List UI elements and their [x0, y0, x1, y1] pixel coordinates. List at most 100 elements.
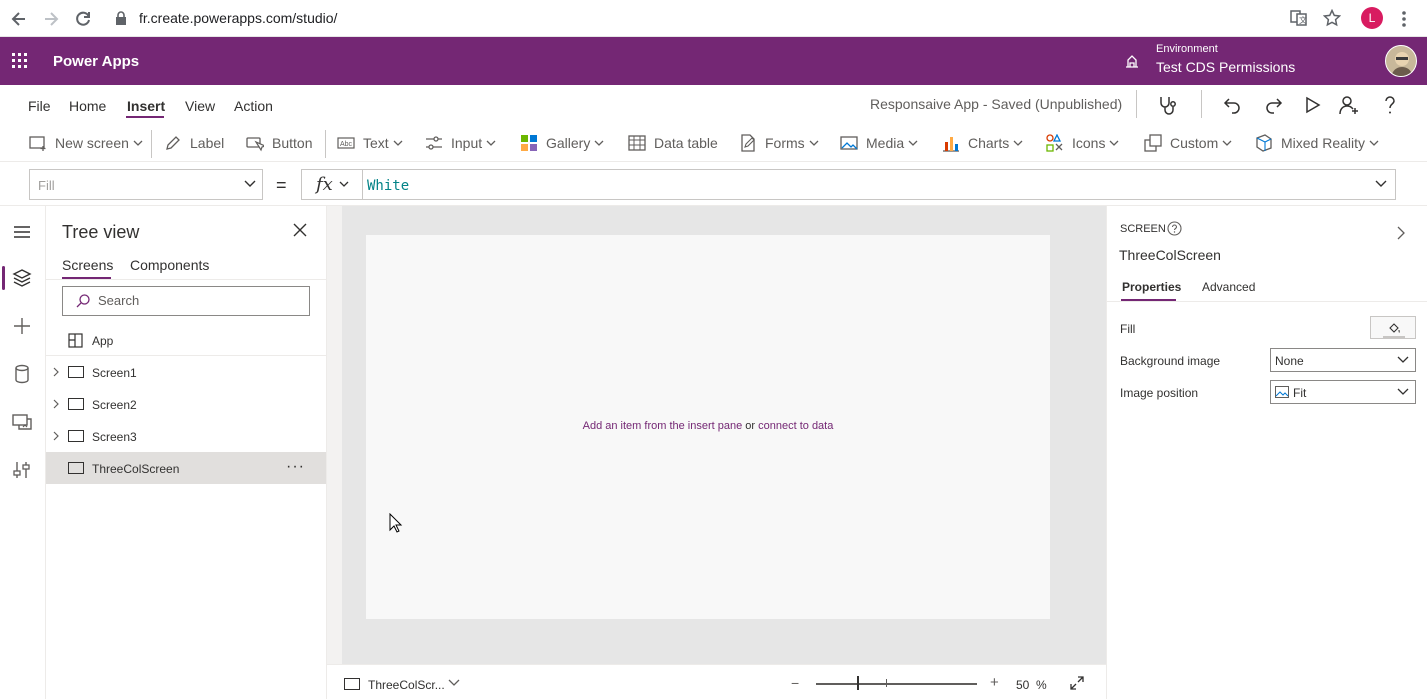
- screen-canvas[interactable]: Add an item from the insert pane or conn…: [366, 235, 1050, 619]
- zoom-in-button[interactable]: +: [990, 674, 999, 691]
- custom-button[interactable]: Custom: [1144, 134, 1232, 152]
- app-header: Power Apps Environment Test CDS Permissi…: [0, 37, 1427, 85]
- profile-avatar[interactable]: L: [1361, 7, 1383, 29]
- plus-icon[interactable]: [11, 315, 33, 337]
- search-input[interactable]: [98, 293, 298, 308]
- browser-menu-icon[interactable]: [1398, 9, 1418, 29]
- mixed-reality-button[interactable]: Mixed Reality: [1255, 134, 1379, 152]
- tree-screen-row[interactable]: Screen3: [46, 420, 326, 452]
- rail-active-indicator: [2, 266, 5, 290]
- gallery-button[interactable]: Gallery: [520, 134, 604, 152]
- screen-icon: [68, 462, 84, 474]
- media-button[interactable]: Media: [840, 134, 918, 152]
- gallery-label: Gallery: [546, 135, 591, 151]
- tab-properties[interactable]: Properties: [1122, 280, 1181, 294]
- chevron-right-icon[interactable]: [1397, 226, 1405, 240]
- menu-insert[interactable]: Insert: [127, 98, 165, 114]
- chevron-down-icon[interactable]: [448, 679, 460, 687]
- new-screen-button[interactable]: New screen: [29, 134, 143, 152]
- tree-screen-row[interactable]: Screen2: [46, 388, 326, 420]
- more-options-button[interactable]: ···: [286, 458, 305, 476]
- mouse-cursor-icon: [389, 513, 403, 533]
- zoom-out-button[interactable]: −: [791, 675, 799, 691]
- chevron-right-icon[interactable]: [53, 367, 59, 377]
- app-checker-icon[interactable]: [1157, 94, 1179, 116]
- help-circle-icon[interactable]: [1167, 221, 1182, 236]
- text-button[interactable]: Abc Text: [337, 134, 403, 152]
- button-button[interactable]: Button: [246, 134, 312, 152]
- menu-view[interactable]: View: [185, 98, 215, 114]
- environment-label: Environment: [1156, 43, 1218, 55]
- app-launcher-icon[interactable]: [12, 53, 28, 69]
- icons-button[interactable]: Icons: [1046, 134, 1119, 152]
- chevron-right-icon[interactable]: [53, 431, 59, 441]
- undo-icon[interactable]: [1222, 94, 1244, 116]
- zoom-slider-thumb[interactable]: [857, 676, 859, 690]
- canvas-gutter: [327, 206, 342, 664]
- menu-file[interactable]: File: [28, 98, 51, 114]
- reload-icon[interactable]: [73, 9, 93, 29]
- panel-title: Tree view: [62, 222, 140, 242]
- chevron-right-icon[interactable]: [53, 399, 59, 409]
- database-icon[interactable]: [11, 363, 33, 385]
- fx-button[interactable]: fx: [316, 174, 333, 195]
- formula-input[interactable]: fx White: [301, 169, 1396, 200]
- insert-ribbon: New screen Label Button Abc Text Input G…: [0, 124, 1427, 162]
- zoom-slider[interactable]: [816, 683, 977, 685]
- help-icon[interactable]: [1379, 94, 1401, 116]
- insert-pane-link[interactable]: Add an item from the insert pane: [583, 420, 743, 432]
- charts-button[interactable]: Charts: [942, 134, 1023, 152]
- back-arrow-icon[interactable]: [9, 9, 29, 29]
- property-selector[interactable]: Fill: [29, 169, 263, 200]
- expand-formula-icon[interactable]: [1375, 180, 1387, 188]
- app-name[interactable]: Power Apps: [53, 53, 139, 70]
- menu-home[interactable]: Home: [69, 98, 106, 114]
- close-icon[interactable]: [293, 223, 307, 237]
- chevron-down-icon: [1013, 140, 1023, 146]
- control-name[interactable]: ThreeColScreen: [1119, 247, 1221, 263]
- star-icon[interactable]: [1323, 9, 1343, 29]
- forms-button[interactable]: Forms: [739, 134, 819, 152]
- address-bar-url[interactable]: fr.create.powerapps.com/studio/: [139, 10, 337, 26]
- tab-screens[interactable]: Screens: [62, 257, 113, 273]
- forms-icon: [741, 134, 755, 152]
- current-screen-selector[interactable]: ThreeColScr...: [368, 678, 445, 692]
- hint-or: or: [745, 420, 756, 432]
- forward-arrow-icon[interactable]: [41, 9, 61, 29]
- input-button[interactable]: Input: [425, 134, 496, 152]
- formula-text[interactable]: White: [367, 178, 409, 194]
- tree-app-row[interactable]: App: [46, 324, 327, 356]
- left-rail: [0, 206, 46, 699]
- environment-name[interactable]: Test CDS Permissions: [1156, 59, 1295, 75]
- input-label: Input: [451, 135, 483, 151]
- share-user-icon[interactable]: [1338, 94, 1360, 116]
- chevron-down-icon[interactable]: [339, 181, 349, 187]
- connect-data-link[interactable]: connect to data: [758, 420, 833, 432]
- custom-label: Custom: [1170, 135, 1219, 151]
- redo-icon[interactable]: [1262, 94, 1284, 116]
- menu-action[interactable]: Action: [234, 98, 273, 114]
- image-position-dropdown[interactable]: Fit: [1270, 380, 1416, 404]
- charts-label: Charts: [968, 135, 1010, 151]
- hamburger-icon[interactable]: [11, 221, 33, 243]
- chevron-down-icon: [809, 140, 819, 146]
- background-image-dropdown[interactable]: None: [1270, 348, 1416, 372]
- play-icon[interactable]: [1301, 94, 1323, 116]
- layers-icon[interactable]: [11, 267, 33, 289]
- media-library-icon[interactable]: [11, 411, 33, 433]
- user-avatar[interactable]: [1385, 45, 1417, 77]
- translate-icon[interactable]: 文: [1290, 9, 1310, 29]
- tab-advanced[interactable]: Advanced: [1202, 280, 1255, 294]
- tree-screen-row[interactable]: Screen1: [46, 356, 326, 388]
- tree-screen-row-selected[interactable]: ThreeColScreen ···: [46, 452, 326, 484]
- fill-color-picker[interactable]: [1370, 316, 1416, 339]
- save-status: Responsaive App - Saved (Unpublished): [870, 96, 1123, 112]
- label-button[interactable]: Label: [164, 134, 224, 152]
- tab-components[interactable]: Components: [130, 257, 209, 273]
- formula-bar: Fill = fx White: [0, 162, 1427, 206]
- advanced-tools-icon[interactable]: [11, 459, 33, 481]
- search-box[interactable]: [62, 286, 310, 316]
- fit-to-window-icon[interactable]: [1070, 676, 1084, 690]
- screen-icon: [344, 678, 360, 690]
- data-table-button[interactable]: Data table: [628, 134, 718, 152]
